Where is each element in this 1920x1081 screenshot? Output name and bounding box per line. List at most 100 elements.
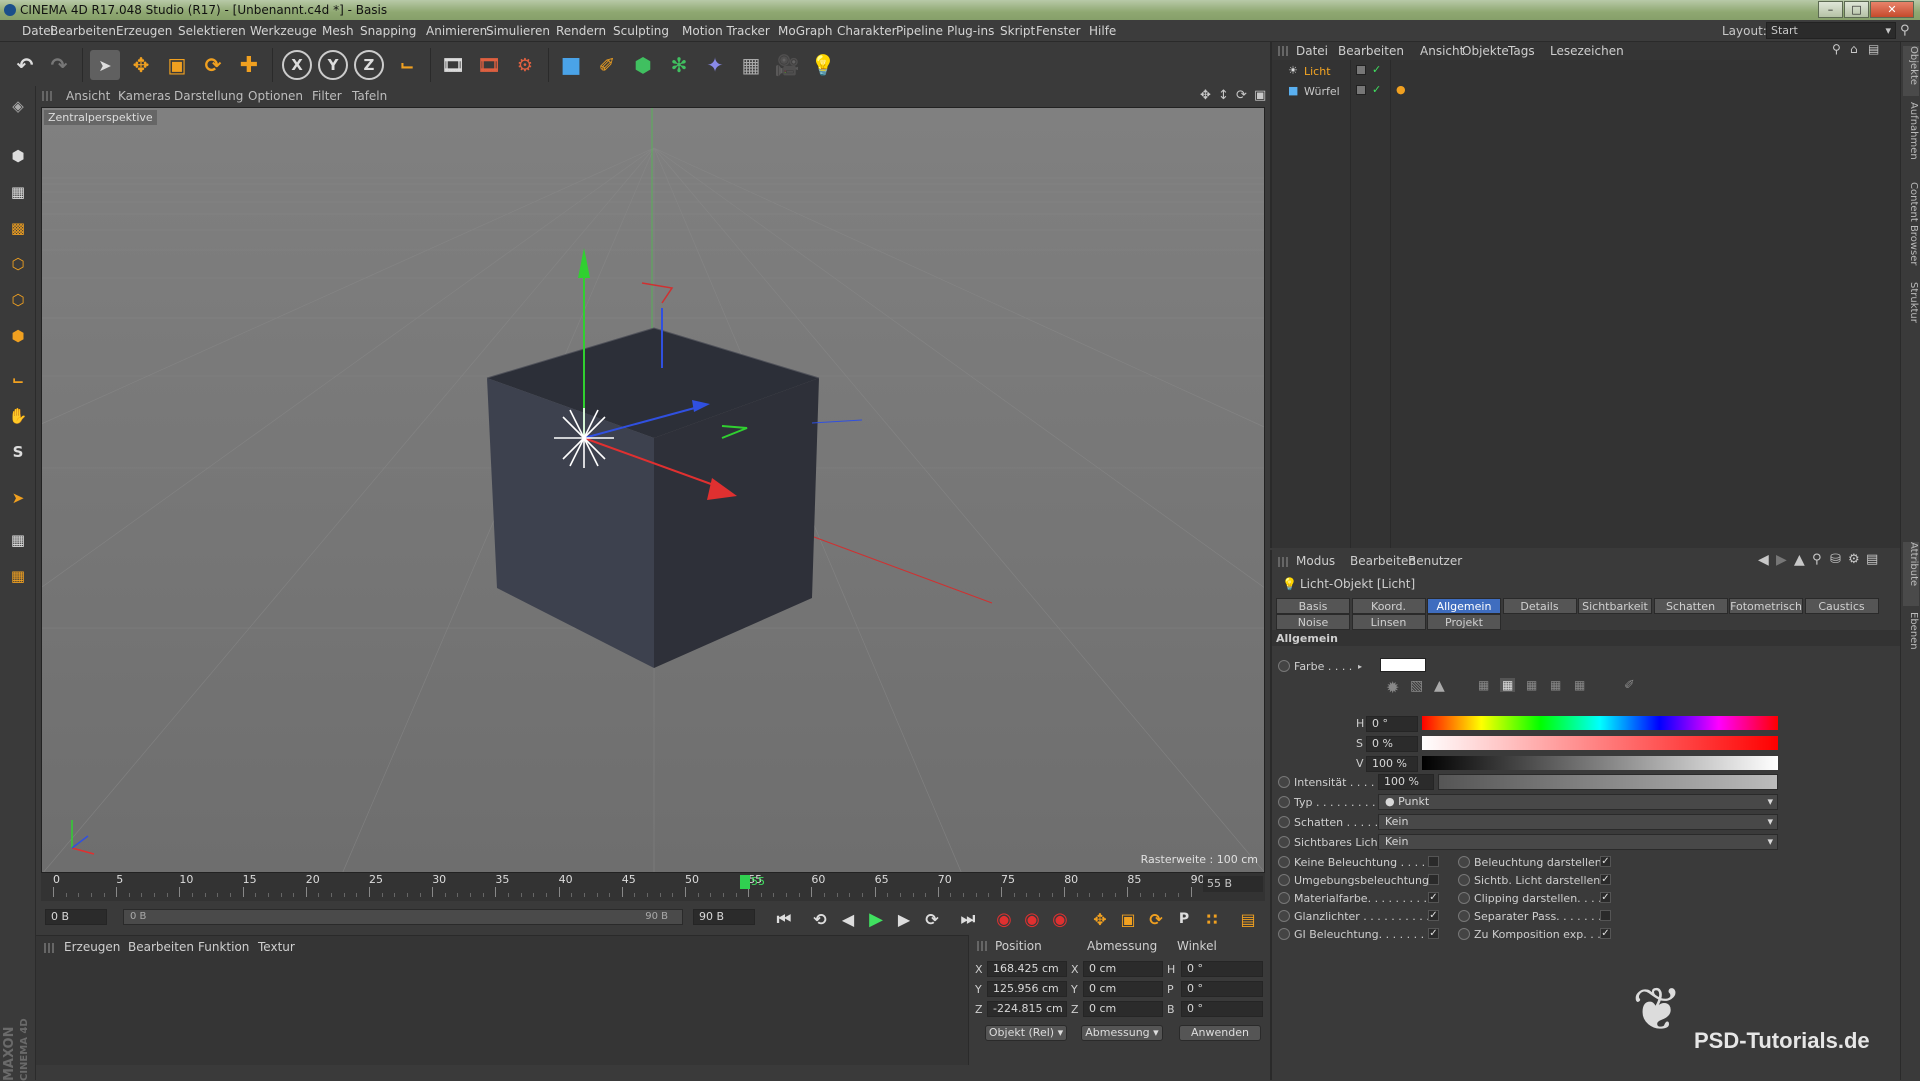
search-icon[interactable]: ⚲ <box>1812 552 1822 567</box>
menu-item-15[interactable]: Plug-ins <box>947 24 994 38</box>
floor-scene-button[interactable]: ▦ <box>736 50 766 80</box>
animate-radio[interactable] <box>1278 874 1290 886</box>
attribute-menu-item-2[interactable]: Benutzer <box>1408 554 1462 568</box>
tab-caustics[interactable]: Caustics <box>1804 598 1879 614</box>
viewport-menu-item-2[interactable]: Darstellung <box>174 89 243 103</box>
y-axis-lock-button[interactable]: Y <box>318 50 348 80</box>
tab-noise[interactable]: Noise <box>1276 614 1350 630</box>
menu-item-10[interactable]: Sculpting <box>613 24 669 38</box>
apply-button[interactable]: Anwenden <box>1179 1025 1261 1041</box>
tab-linsen[interactable]: Linsen <box>1351 614 1426 630</box>
animate-radio[interactable] <box>1278 928 1290 940</box>
eyedropper-icon[interactable]: ✐ <box>1624 678 1635 693</box>
tab-schatten[interactable]: Schatten <box>1653 598 1728 614</box>
previous-frame-icon[interactable]: ◀ <box>833 904 863 934</box>
menu-item-18[interactable]: Hilfe <box>1089 24 1116 38</box>
render-picture-viewer-button[interactable]: 🎞 <box>474 50 504 80</box>
object-menu-item-4[interactable]: Tags <box>1508 44 1535 58</box>
checkbox[interactable]: ✓ <box>1600 874 1611 885</box>
light-button[interactable]: 💡 <box>808 50 838 80</box>
viewport-zoom-icon[interactable]: ↕ <box>1218 88 1229 103</box>
hsv-field[interactable]: 0 ° <box>1366 716 1418 732</box>
shadow-dropdown[interactable]: Kein ▾ <box>1378 814 1778 830</box>
intensity-animate-radio[interactable] <box>1278 776 1290 788</box>
viewport-menu-item-3[interactable]: Optionen <box>248 89 303 103</box>
color-swatch[interactable] <box>1380 658 1426 672</box>
x-axis-lock-button[interactable]: X <box>282 50 312 80</box>
record-rotation-icon[interactable]: ⟳ <box>1141 904 1171 934</box>
coordinate-system-button[interactable]: ⌙ <box>392 50 422 80</box>
checkbox[interactable] <box>1428 874 1439 885</box>
keyframe-selection-icon[interactable]: ◉ <box>1045 904 1075 934</box>
tweak-mode-icon[interactable]: ✋ <box>4 402 32 430</box>
menu-item-17[interactable]: Fenster <box>1036 24 1081 38</box>
render-settings-button[interactable]: ⚙ <box>510 50 540 80</box>
animate-radio[interactable] <box>1278 892 1290 904</box>
size-field[interactable]: 0 cm <box>1083 1001 1163 1017</box>
animate-radio[interactable] <box>1458 910 1470 922</box>
material-menu-item-3[interactable]: Textur <box>258 940 295 954</box>
menu-item-16[interactable]: Skript <box>1000 24 1035 38</box>
tab-sichtbarkeit[interactable]: Sichtbarkeit <box>1578 598 1652 614</box>
viewport-move-icon[interactable]: ✥ <box>1200 88 1211 103</box>
menu-item-14[interactable]: Pipeline <box>896 24 943 38</box>
rotation-field[interactable]: 0 ° <box>1181 981 1263 997</box>
intensity-slider[interactable] <box>1438 774 1778 790</box>
search-icon[interactable]: ⚲ <box>1900 23 1910 38</box>
move-tool-button[interactable]: ✥ <box>126 50 156 80</box>
workplane-mode-icon[interactable]: ▩ <box>4 214 32 242</box>
play-icon[interactable]: ▶ <box>861 904 891 934</box>
transform-tool-button[interactable]: ✚ <box>234 50 264 80</box>
forward-arrow-icon[interactable]: ▶ <box>1776 552 1787 568</box>
visible-light-dropdown[interactable]: Kein ▾ <box>1378 834 1778 850</box>
minimize-button[interactable]: – <box>1818 1 1843 18</box>
saturation-slider[interactable] <box>1422 736 1778 750</box>
next-frame-icon[interactable]: ▶ <box>889 904 919 934</box>
visible-light-animate-radio[interactable] <box>1278 836 1290 848</box>
checkbox[interactable] <box>1600 910 1611 921</box>
animate-radio[interactable] <box>1278 910 1290 922</box>
new-panel-icon[interactable]: ▤ <box>1866 552 1878 567</box>
checkbox[interactable]: ✓ <box>1428 910 1439 921</box>
material-menu-item-2[interactable]: Funktion <box>198 940 249 954</box>
position-field[interactable]: -224.815 cm <box>987 1001 1067 1017</box>
scale-tool-button[interactable]: ▣ <box>162 50 192 80</box>
animate-radio[interactable] <box>1458 892 1470 904</box>
cube-primitive-button[interactable]: ■ <box>556 50 586 80</box>
close-button[interactable]: ✕ <box>1870 1 1914 18</box>
axis-mode-icon[interactable]: ⌙ <box>4 366 32 394</box>
object-name[interactable]: Licht <box>1304 65 1331 78</box>
workplane-lock-icon[interactable]: ▦ <box>4 526 32 554</box>
menu-item-4[interactable]: Werkzeuge <box>250 24 317 38</box>
attribute-menu-item-1[interactable]: Bearbeiten <box>1350 554 1416 568</box>
hsv-field[interactable]: 100 % <box>1366 756 1418 772</box>
back-arrow-icon[interactable]: ◀ <box>1758 552 1769 568</box>
menu-item-13[interactable]: Charakter <box>837 24 897 38</box>
object-row[interactable]: ■ Würfel ✓ ● <box>1272 82 1900 100</box>
range-slider[interactable]: 0 B 90 B <box>123 909 683 925</box>
menu-item-11[interactable]: Motion Tracker <box>682 24 770 38</box>
undo-button[interactable]: ↶ <box>10 50 40 80</box>
checkbox[interactable]: ✓ <box>1600 892 1611 903</box>
object-menu-item-5[interactable]: Lesezeichen <box>1550 44 1624 58</box>
edges-mode-icon[interactable]: ⬡ <box>4 286 32 314</box>
tab-projekt[interactable]: Projekt <box>1427 614 1501 630</box>
tab-basis[interactable]: Basis <box>1276 598 1350 614</box>
viewport-menu-item-0[interactable]: Ansicht <box>66 89 110 103</box>
size-field[interactable]: 0 cm <box>1083 981 1163 997</box>
maximize-button[interactable]: □ <box>1844 1 1869 18</box>
quantize-icon[interactable]: ▦ <box>4 562 32 590</box>
tab-koord.[interactable]: Koord. <box>1351 598 1426 614</box>
object-row[interactable]: ☀ Licht ✓ <box>1272 62 1900 80</box>
previous-key-icon[interactable]: ⟲ <box>805 904 835 934</box>
color-wheel-icon[interactable]: ✹ <box>1386 678 1399 697</box>
rotation-field[interactable]: 0 ° <box>1181 961 1263 977</box>
points-mode-icon[interactable]: ⬡ <box>4 250 32 278</box>
intensity-field[interactable]: 100 % <box>1378 774 1434 790</box>
animate-radio[interactable] <box>1458 928 1470 940</box>
farbe-animate-radio[interactable] <box>1278 660 1290 672</box>
type-animate-radio[interactable] <box>1278 796 1290 808</box>
menu-item-5[interactable]: Mesh <box>322 24 354 38</box>
position-field[interactable]: 168.425 cm <box>987 961 1067 977</box>
timeline-ruler[interactable]: 0 5 10 15 20 25 30 35 40 45 50 55 60 65 70 75 80 85 90 55 … <box>41 873 1265 901</box>
